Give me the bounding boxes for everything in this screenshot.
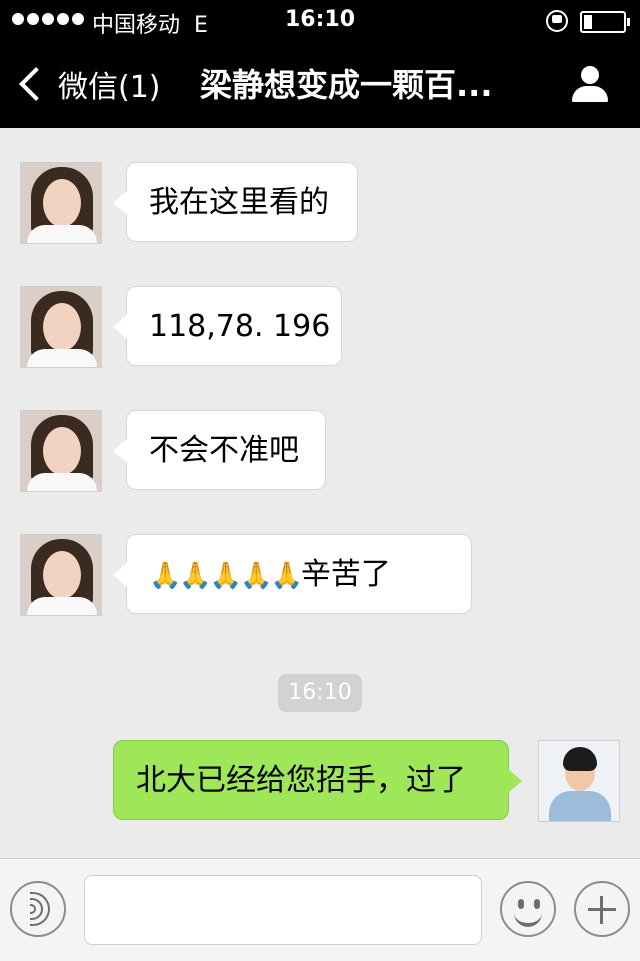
message-bubble[interactable]: 北大已经给您招手，过了 (113, 740, 522, 820)
message-input[interactable] (84, 875, 482, 945)
top-bar: 中国移动 E 16:10 微信(1) 梁静想变成一颗百... (0, 0, 640, 128)
message-bubble[interactable]: 我在这里看的 (113, 162, 358, 242)
status-bar: 中国移动 E 16:10 (0, 0, 640, 40)
message-bubble[interactable]: 不会不准吧 (113, 410, 326, 490)
smiley-icon[interactable] (500, 881, 556, 937)
contact-avatar[interactable] (20, 286, 102, 368)
contact-avatar[interactable] (20, 534, 102, 616)
contact-avatar[interactable] (20, 162, 102, 244)
praying-hands-emoji: 🙏🙏🙏🙏🙏 (149, 561, 303, 591)
message-bubble[interactable]: 118,78. 196 (113, 286, 342, 366)
status-clock: 16:10 (284, 7, 356, 32)
chat-title: 梁静想变成一颗百... (200, 66, 493, 104)
back-button[interactable]: 微信(1) (16, 62, 161, 106)
plus-icon[interactable] (574, 881, 630, 937)
message-text: 辛苦了 (300, 557, 391, 592)
chevron-left-icon (19, 67, 53, 101)
contact-avatar[interactable] (20, 410, 102, 492)
voice-icon[interactable] (10, 881, 66, 937)
chat-area[interactable]: 我在这里看的 118,78. 196 不会不准吧 🙏🙏🙏🙏🙏辛苦了 16:10 … (0, 128, 640, 858)
input-bar (0, 858, 640, 961)
navigation-bar: 微信(1) 梁静想变成一颗百... (0, 40, 640, 128)
message-bubble[interactable]: 🙏🙏🙏🙏🙏辛苦了 (113, 534, 472, 614)
rotation-lock-icon (546, 10, 568, 32)
timestamp-badge: 16:10 (278, 674, 362, 712)
my-avatar[interactable] (538, 740, 620, 822)
back-label: 微信(1) (58, 70, 161, 105)
person-icon[interactable] (570, 66, 610, 106)
battery-icon (580, 11, 630, 33)
